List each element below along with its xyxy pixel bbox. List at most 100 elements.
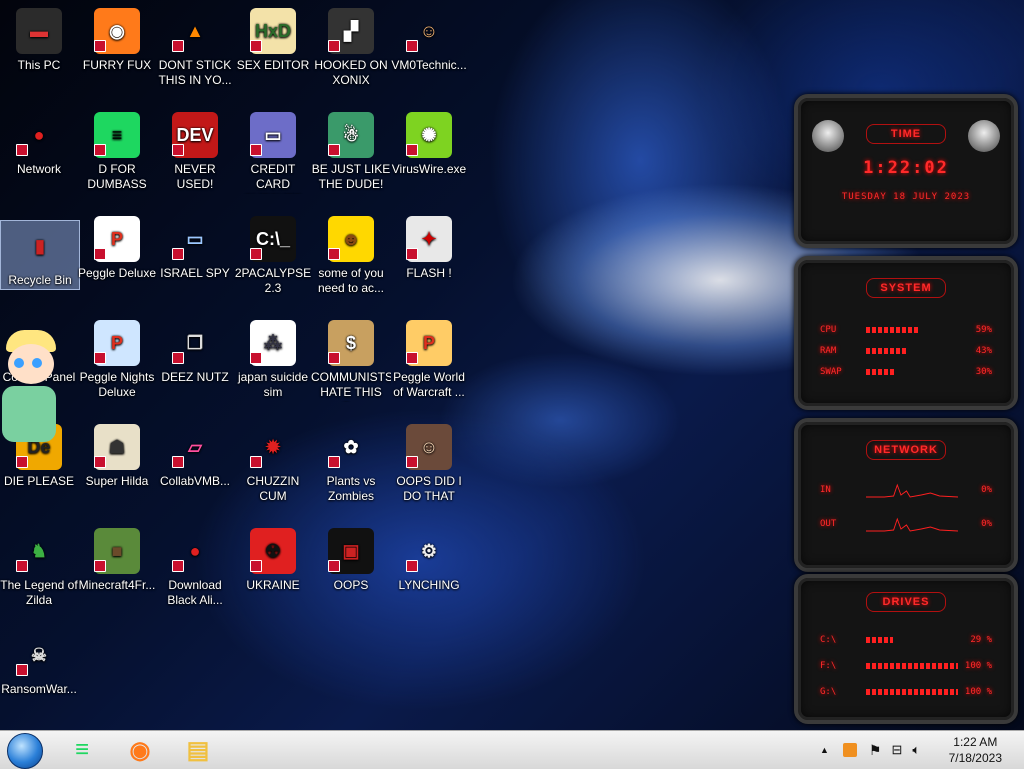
desktop-icon[interactable]: ▞ HOOKED ON XONIX bbox=[312, 2, 390, 102]
shortcut-arrow-icon bbox=[250, 352, 262, 364]
taskbar-app-button[interactable]: ▤ bbox=[180, 734, 216, 766]
desktop-icon[interactable]: ☺ OOPS DID I DO THAT bbox=[390, 418, 468, 518]
shortcut-arrow-icon bbox=[328, 144, 340, 156]
desktop-icon[interactable]: $ COMMUNISTS HATE THIS G... bbox=[311, 314, 391, 414]
drive-row: C:\ 29 % bbox=[820, 634, 992, 646]
desktop-icon-label: Download Black Ali... bbox=[167, 578, 223, 607]
desktop-icon[interactable]: HxD SEX EDITOR bbox=[234, 2, 312, 102]
desktop-icon[interactable]: ▲ DONT STICK THIS IN YO... bbox=[156, 2, 234, 102]
app-icon: ◉ bbox=[94, 8, 140, 54]
desktop-icon[interactable]: ❐ DEEZ NUTZ bbox=[156, 314, 234, 414]
desktop-icon[interactable]: ✹ CHUZZIN CUM bbox=[234, 418, 312, 518]
shortcut-arrow-icon bbox=[94, 144, 106, 156]
desktop-icon[interactable]: DEV NEVER USED! bbox=[156, 106, 234, 206]
system-row-value: 43% bbox=[975, 346, 992, 356]
app-icon: ☻ bbox=[328, 216, 374, 262]
desktop-icon-label: LYNCHING bbox=[398, 578, 460, 592]
app-icon: ❐ bbox=[172, 320, 218, 366]
app-icon: ● bbox=[172, 528, 218, 574]
desktop-icon[interactable]: P Peggle Nights Deluxe bbox=[78, 314, 156, 414]
desktop-icon-label: Recycle Bin bbox=[8, 273, 72, 287]
shortcut-arrow-icon bbox=[406, 560, 418, 572]
date-readout: TUESDAY 18 JULY 2023 bbox=[841, 192, 971, 202]
desktop-icon[interactable]: ▱ CollabVMB... bbox=[156, 418, 234, 518]
app-icon: ⚙ bbox=[406, 528, 452, 574]
network-row-name: IN bbox=[820, 485, 831, 495]
desktop-icon-label: VirusWire.exe bbox=[391, 162, 467, 176]
taskbar-app-button[interactable]: ≡ bbox=[64, 734, 100, 766]
shortcut-arrow-icon bbox=[250, 456, 262, 468]
desktop-icon-label: japan suicide sim bbox=[237, 370, 309, 399]
app-icon: ♞ bbox=[16, 528, 62, 574]
desktop-icon[interactable]: ♞ The Legend of Zilda bbox=[0, 522, 78, 622]
app-icon: ✦ bbox=[406, 216, 452, 262]
app-icon: P bbox=[94, 216, 140, 262]
taskbar-clock[interactable]: 1:22 AM 7/18/2023 bbox=[949, 734, 1002, 766]
shortcut-arrow-icon bbox=[406, 352, 418, 364]
desktop-icon-label: Minecraft4Fr... bbox=[78, 578, 156, 592]
desktop-icon-label: SEX EDITOR bbox=[236, 58, 310, 72]
network-meter bbox=[866, 515, 959, 533]
action-center-flag-icon[interactable]: ⚑ bbox=[869, 742, 882, 759]
show-hidden-icons-icon[interactable]: ▲ bbox=[820, 745, 829, 755]
desktop-icon[interactable]: ⁂ japan suicide sim bbox=[234, 314, 312, 414]
system-meter bbox=[866, 369, 958, 375]
drive-row-value: 100 % bbox=[964, 687, 992, 697]
shortcut-arrow-icon bbox=[172, 560, 184, 572]
shortcut-arrow-icon bbox=[172, 352, 184, 364]
network-tray-icon[interactable]: ⊟ bbox=[891, 742, 902, 758]
desktop-icon[interactable]: ☺ VM0Technic... bbox=[390, 2, 468, 102]
drives-title: DRIVES bbox=[866, 592, 946, 612]
desktop-icon[interactable]: ▭ CREDIT CARD CHECKER bbox=[234, 106, 312, 206]
desktop-icon[interactable]: ✿ Plants vs Zombies bbox=[312, 418, 390, 518]
desktop-icon[interactable]: ▭ ISRAEL SPY bbox=[156, 210, 234, 310]
desktop-icon[interactable]: ■ Minecraft4Fr... bbox=[78, 522, 156, 622]
app-tray-icon[interactable] bbox=[842, 743, 857, 757]
desktop-icon[interactable]: ✺ VirusWire.exe bbox=[390, 106, 468, 206]
start-button[interactable] bbox=[7, 733, 43, 769]
desktop-icon[interactable]: ◉ FURRY FUX bbox=[78, 2, 156, 102]
desktop-icon-label: ISRAEL SPY bbox=[160, 266, 230, 280]
desktop-icon-label: Network bbox=[16, 162, 61, 176]
desktop-icon[interactable]: ☃ BE JUST LIKE THE DUDE! bbox=[312, 106, 390, 206]
desktop-icon[interactable]: ● Download Black Ali... bbox=[156, 522, 234, 622]
desktop-icon-label: DONT STICK THIS IN YO... bbox=[158, 58, 232, 87]
volume-icon[interactable]: 🔈︎ bbox=[912, 742, 920, 758]
drive-row-name: C:\ bbox=[820, 635, 837, 645]
network-gadget: NETWORK IN 0% OUT 0% bbox=[794, 418, 1018, 572]
desktop-icon[interactable]: ▮ Recycle Bin bbox=[0, 220, 80, 290]
drive-meter bbox=[866, 689, 958, 695]
taskbar-app-button[interactable]: ◉ bbox=[122, 734, 158, 766]
system-row-name: SWAP bbox=[820, 367, 842, 377]
desktop-icon[interactable]: ▬ This PC bbox=[0, 2, 78, 102]
desktop-icon[interactable]: ⚙ LYNCHING bbox=[390, 522, 468, 622]
desktop-icon[interactable]: ✦ FLASH ! bbox=[390, 210, 468, 310]
network-title: NETWORK bbox=[866, 440, 946, 460]
desktop-icon-label: CHUZZIN CUM bbox=[246, 474, 300, 503]
shortcut-arrow-icon bbox=[94, 248, 106, 260]
desktop-icon[interactable]: ● Network bbox=[0, 106, 78, 206]
desktop-icon-label: Peggle Nights Deluxe bbox=[79, 370, 155, 399]
app-icon: ≡ bbox=[94, 112, 140, 158]
desktop-icon[interactable]: ☻ some of you need to ac... bbox=[312, 210, 390, 310]
desktop-icon-label: NEVER USED! bbox=[174, 162, 216, 191]
system-meter bbox=[866, 327, 958, 333]
desktop-icon[interactable]: ▣ OOPS bbox=[312, 522, 390, 622]
desktop-icon-label: 2PACALYPSE 2.3 bbox=[234, 266, 312, 295]
system-row-name: RAM bbox=[820, 346, 837, 356]
desktop-icon-label: OOPS DID I DO THAT bbox=[396, 474, 462, 503]
drive-row: G:\ 100 % bbox=[820, 686, 992, 698]
desktop-icon[interactable]: ☢ UKRAINE bbox=[234, 522, 312, 622]
desktop-icon[interactable]: C:\_ 2PACALYPSE 2.3 bbox=[234, 210, 312, 310]
shortcut-arrow-icon bbox=[94, 456, 106, 468]
desktop-icon[interactable]: ☠ RansomWar... bbox=[0, 626, 78, 726]
app-icon: ● bbox=[16, 112, 62, 158]
desktop-icon[interactable]: ☗ Super Hilda bbox=[78, 418, 156, 518]
shortcut-arrow-icon bbox=[406, 248, 418, 260]
app-icon: ✹ bbox=[250, 424, 296, 470]
desktop-icon[interactable]: P Peggle World of Warcraft ... bbox=[390, 314, 468, 414]
desktop-icon[interactable]: ≡ D FOR DUMBASS bbox=[78, 106, 156, 206]
desktop-icon-label: Peggle Deluxe bbox=[77, 266, 157, 280]
shortcut-arrow-icon bbox=[406, 144, 418, 156]
desktop-icon[interactable]: P Peggle Deluxe bbox=[78, 210, 156, 310]
